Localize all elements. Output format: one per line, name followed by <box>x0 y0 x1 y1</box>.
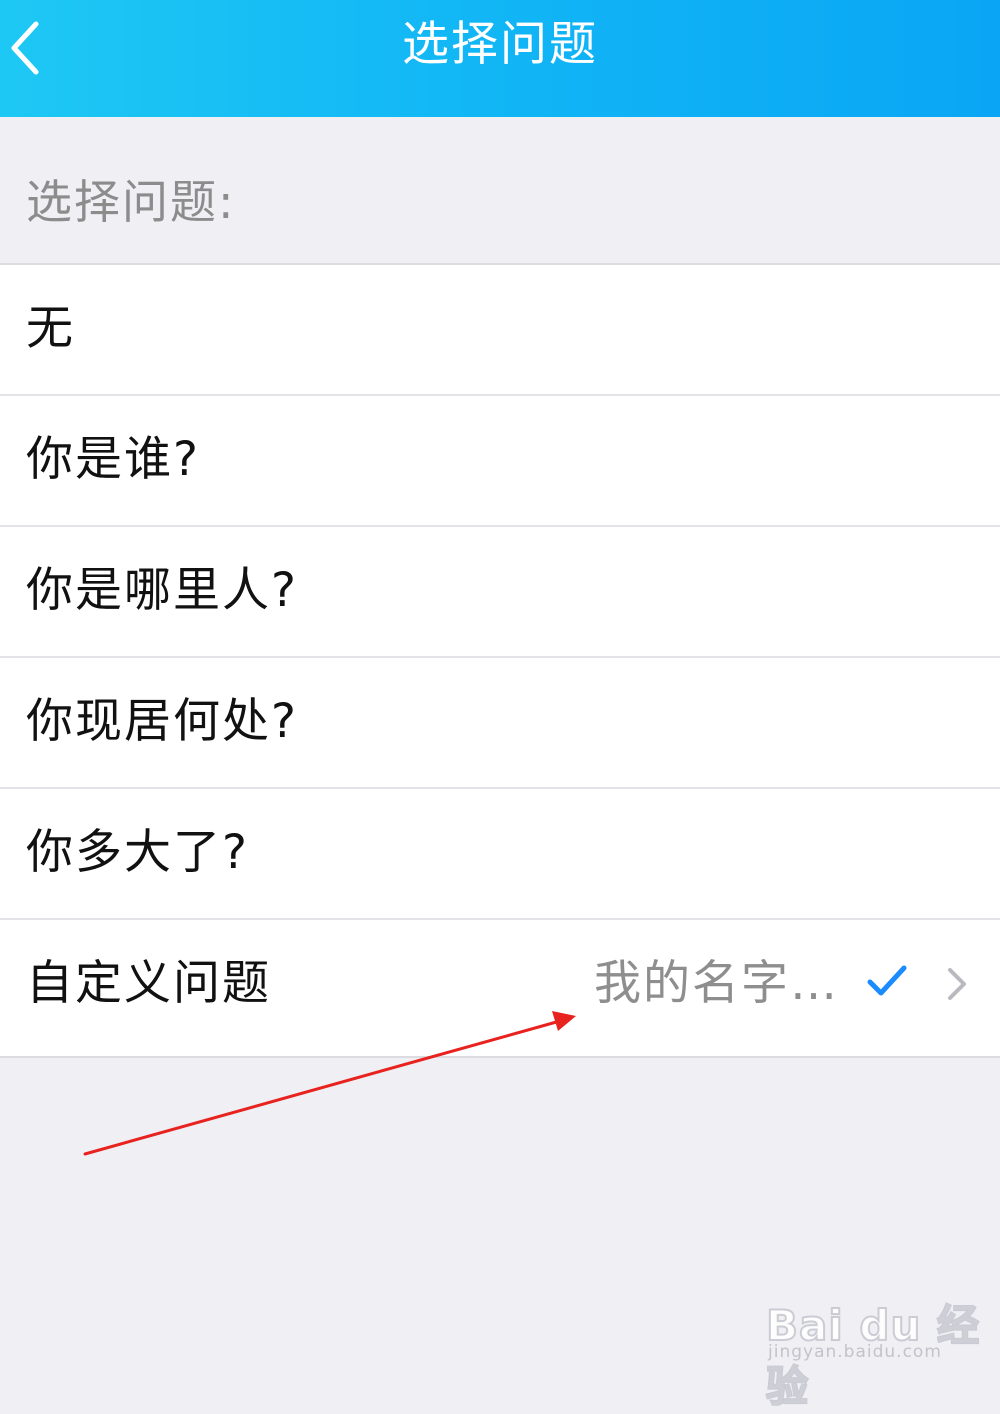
option-custom-question[interactable]: 自定义问题 我的名字… <box>0 920 1000 1056</box>
option-none[interactable]: 无 <box>0 265 1000 396</box>
chevron-right-icon <box>948 968 966 1000</box>
section-label: 选择问题: <box>26 175 236 229</box>
option-label: 你现居何处? <box>26 694 298 749</box>
checkmark-icon <box>867 965 907 996</box>
option-label: 你多大了? <box>26 825 249 880</box>
baidu-jingyan-watermark: Bai du 经验 jingyan.baidu.com <box>765 1272 986 1412</box>
option-hometown[interactable]: 你是哪里人? <box>0 527 1000 658</box>
page-title: 选择问题 <box>402 17 598 72</box>
nav-bar: 选择问题 <box>0 0 1000 117</box>
option-current-residence[interactable]: 你现居何处? <box>0 658 1000 789</box>
option-age[interactable]: 你多大了? <box>0 789 1000 920</box>
question-list: 无 你是谁? 你是哪里人? 你现居何处? 你多大了? 自定义问题 我的名字… <box>0 263 1000 1058</box>
option-label: 无 <box>26 301 75 356</box>
option-label: 自定义问题 <box>26 956 271 1011</box>
option-label: 你是谁? <box>26 432 200 487</box>
option-label: 你是哪里人? <box>26 563 298 618</box>
custom-question-value: 我的名字… <box>594 956 839 1011</box>
option-who-are-you[interactable]: 你是谁? <box>0 396 1000 527</box>
watermark-url: jingyan.baidu.com <box>768 1342 942 1362</box>
